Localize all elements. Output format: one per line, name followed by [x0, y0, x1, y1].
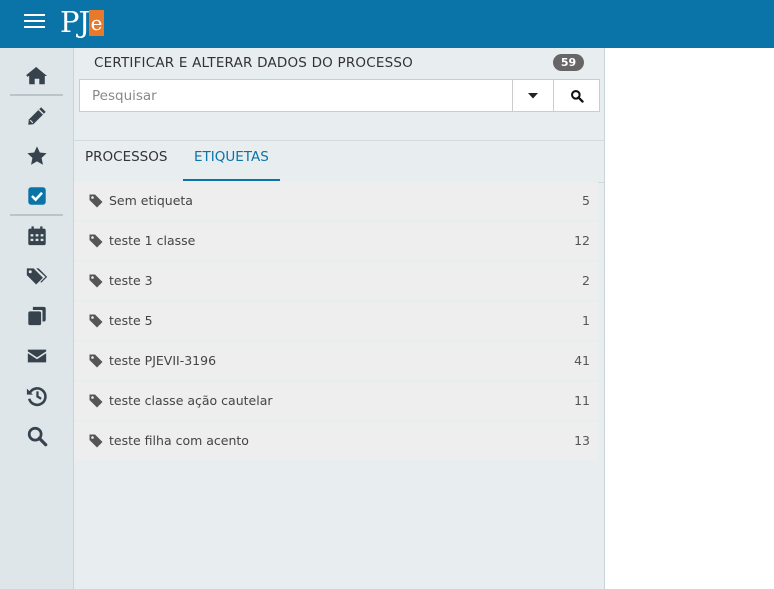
- tag-list: Sem etiqueta 5 teste 1 classe 12 teste 3…: [74, 182, 598, 462]
- tag-icon: [89, 194, 103, 208]
- tab-processos[interactable]: PROCESSOS: [74, 141, 178, 183]
- pencil-icon: [27, 107, 46, 125]
- tag-label: teste 1 classe: [109, 233, 196, 248]
- top-bar: PJ e: [0, 0, 774, 48]
- tags-icon: [26, 268, 47, 285]
- sidebar-item-copies[interactable]: [0, 296, 73, 336]
- calendar-icon: [27, 226, 46, 246]
- tag-count: 13: [574, 433, 590, 448]
- caret-down-icon: [528, 92, 538, 98]
- tag-icon: [89, 274, 103, 288]
- home-icon: [25, 66, 47, 85]
- star-icon: [26, 146, 47, 165]
- tag-count: 41: [574, 353, 590, 368]
- tag-icon: [89, 234, 103, 248]
- checkbox-icon: [27, 187, 46, 205]
- tag-list-item[interactable]: teste PJEVII-3196 41: [74, 342, 598, 380]
- tag-count: 1: [582, 313, 590, 328]
- tag-label: teste filha com acento: [109, 433, 249, 448]
- tag-list-item[interactable]: teste filha com acento 13: [74, 422, 598, 460]
- tag-count: 2: [582, 273, 590, 288]
- tag-list-item[interactable]: Sem etiqueta 5: [74, 182, 598, 220]
- search-button[interactable]: [553, 79, 600, 112]
- envelope-icon: [27, 349, 46, 363]
- tag-count: 5: [582, 193, 590, 208]
- tab-bar: PROCESSOS ETIQUETAS: [74, 141, 605, 183]
- sidebar-item-calendar[interactable]: [0, 216, 73, 256]
- tag-label: teste 3: [109, 273, 153, 288]
- history-icon: [26, 387, 47, 407]
- search-bar: [79, 79, 600, 112]
- copy-icon: [27, 306, 46, 326]
- search-icon: [570, 89, 584, 103]
- sidebar-item-search[interactable]: [0, 416, 73, 456]
- tag-icon: [89, 314, 103, 328]
- main-panel: CERTIFICAR E ALTERAR DADOS DO PROCESSO 5…: [74, 48, 605, 589]
- panel-title: CERTIFICAR E ALTERAR DADOS DO PROCESSO: [94, 55, 413, 71]
- sidebar-item-tags[interactable]: [0, 256, 73, 296]
- search-icon: [27, 426, 47, 447]
- tag-label: teste PJEVII-3196: [109, 353, 217, 368]
- logo-text: PJ: [60, 5, 90, 39]
- sidebar: [0, 48, 74, 589]
- tag-icon: [89, 434, 103, 448]
- tag-label: teste 5: [109, 313, 153, 328]
- sidebar-item-edit[interactable]: [0, 96, 73, 136]
- hamburger-menu-icon[interactable]: [24, 14, 46, 32]
- sidebar-item-tasks[interactable]: [0, 176, 73, 216]
- sidebar-item-history[interactable]: [0, 376, 73, 416]
- tag-list-item[interactable]: teste classe ação cautelar 11: [74, 382, 598, 420]
- tag-icon: [89, 394, 103, 408]
- tag-count: 12: [574, 233, 590, 248]
- pje-logo[interactable]: PJ e: [60, 5, 106, 41]
- search-options-button[interactable]: [512, 79, 554, 112]
- sidebar-item-messages[interactable]: [0, 336, 73, 376]
- tab-etiquetas[interactable]: ETIQUETAS: [183, 141, 280, 181]
- tag-list-item[interactable]: teste 1 classe 12: [74, 222, 598, 260]
- tag-label: teste classe ação cautelar: [109, 393, 273, 408]
- count-badge: 59: [553, 54, 584, 71]
- search-input[interactable]: [79, 79, 513, 112]
- tag-list-item[interactable]: teste 5 1: [74, 302, 598, 340]
- tag-count: 11: [574, 393, 590, 408]
- logo-accent: e: [89, 10, 104, 36]
- tag-icon: [89, 354, 103, 368]
- sidebar-item-favorites[interactable]: [0, 136, 73, 176]
- sidebar-item-home[interactable]: [0, 56, 73, 96]
- tag-list-item[interactable]: teste 3 2: [74, 262, 598, 300]
- tag-label: Sem etiqueta: [109, 193, 193, 208]
